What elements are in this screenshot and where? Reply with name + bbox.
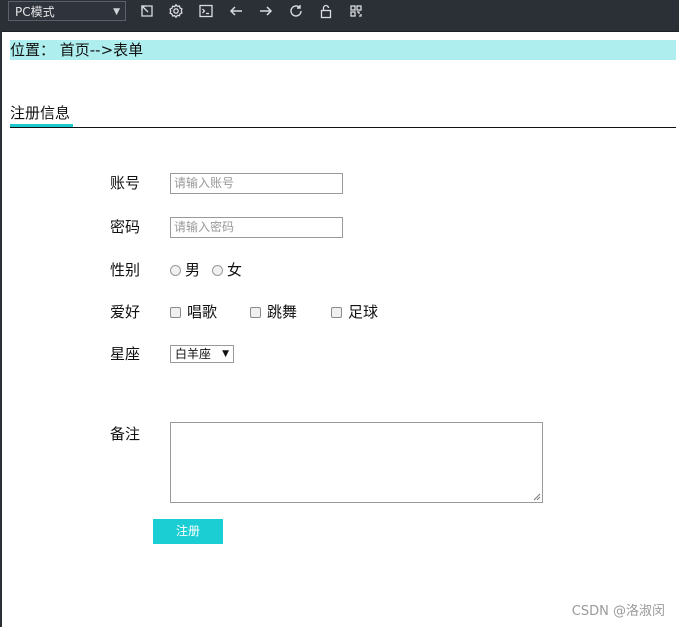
back-arrow-icon[interactable] [227, 2, 245, 20]
checkbox[interactable] [170, 306, 181, 318]
register-button[interactable]: 注册 [153, 519, 223, 544]
checkbox[interactable] [250, 306, 261, 318]
zodiac-selected-value: 白羊座 [175, 347, 212, 361]
hobby-label: 爱好 [110, 303, 141, 321]
radio-button[interactable] [212, 264, 223, 276]
hobby-option-sing[interactable]: 唱歌 [170, 302, 217, 322]
password-label: 密码 [110, 218, 141, 236]
zodiac-select[interactable]: 白羊座 ▼ [170, 345, 234, 363]
radio-button[interactable] [170, 264, 181, 276]
account-label: 账号 [110, 174, 141, 192]
chevron-down-icon: ▼ [222, 349, 229, 359]
checkbox[interactable] [331, 306, 342, 318]
browser-toolbar: PC模式 ▼ [0, 0, 679, 32]
gender-option-female[interactable]: 女 [212, 260, 242, 280]
hobby-option-label: 唱歌 [187, 303, 218, 321]
hobby-option-dance[interactable]: 跳舞 [250, 302, 297, 322]
breadcrumb: 位置： 首页-->表单 [10, 40, 676, 60]
gear-icon[interactable] [167, 2, 185, 20]
terminal-icon[interactable] [197, 2, 215, 20]
gender-option-label: 男 [185, 261, 201, 279]
section-divider [10, 127, 676, 128]
qr-code-icon[interactable] [347, 2, 365, 20]
hobby-option-label: 足球 [348, 303, 379, 321]
gender-label: 性别 [110, 261, 141, 279]
resize-grip-icon[interactable] [533, 493, 541, 501]
hobby-option-label: 跳舞 [267, 303, 298, 321]
unlock-icon[interactable] [317, 2, 335, 20]
refresh-icon[interactable] [287, 2, 305, 20]
password-placeholder: 请输入密码 [174, 220, 235, 234]
gender-option-label: 女 [227, 261, 243, 279]
chevron-down-icon: ▼ [113, 7, 120, 17]
note-textarea[interactable] [170, 422, 543, 503]
forward-arrow-icon[interactable] [257, 2, 275, 20]
mode-select[interactable]: PC模式 ▼ [8, 1, 126, 21]
gender-option-male[interactable]: 男 [170, 260, 200, 280]
page-left-border [0, 31, 2, 627]
watermark: CSDN @洛淑闵 [571, 604, 665, 619]
section-title: 注册信息 [10, 104, 71, 122]
mode-select-label: PC模式 [15, 5, 55, 19]
account-input[interactable]: 请输入账号 [170, 173, 343, 194]
hobby-option-football[interactable]: 足球 [331, 302, 378, 322]
password-input[interactable]: 请输入密码 [170, 217, 343, 238]
note-label: 备注 [110, 425, 141, 443]
pop-out-icon[interactable] [138, 2, 156, 20]
account-placeholder: 请输入账号 [174, 176, 235, 190]
zodiac-label: 星座 [110, 345, 141, 363]
